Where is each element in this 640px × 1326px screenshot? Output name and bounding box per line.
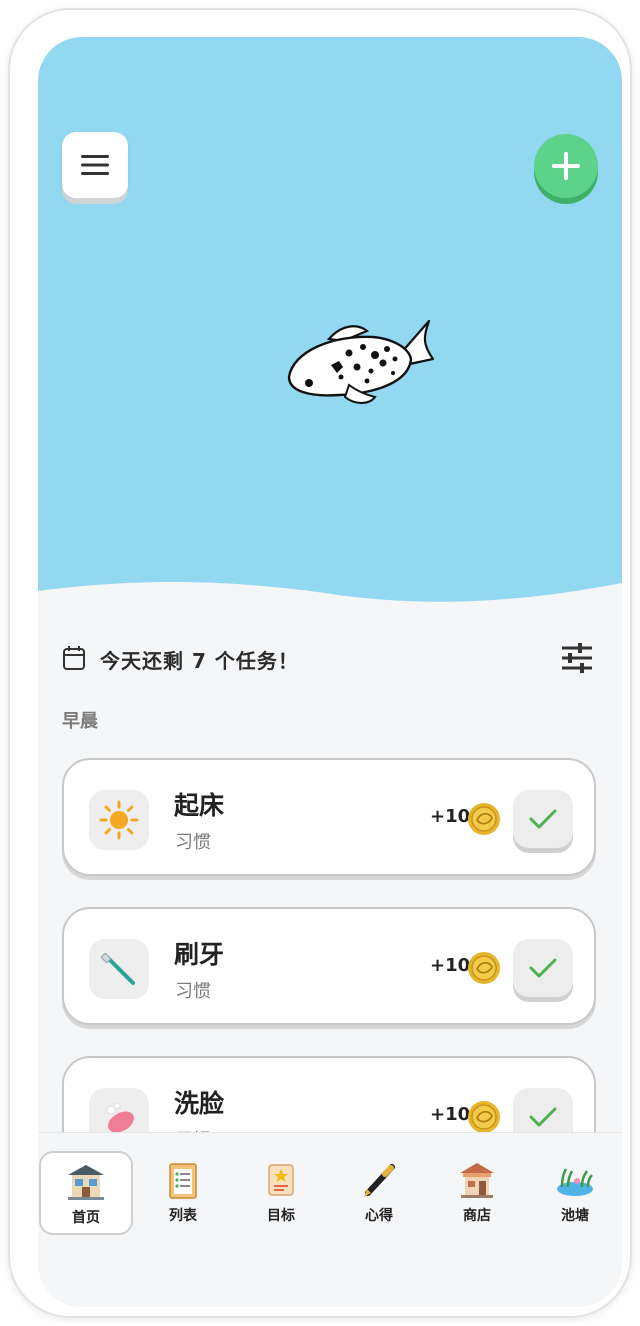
complete-task-button[interactable] xyxy=(513,939,573,997)
tab-label: 目标 xyxy=(267,1208,295,1224)
task-icon-box xyxy=(89,790,149,850)
task-category: 习惯 xyxy=(175,832,211,853)
coin-icon xyxy=(468,952,500,984)
task-card[interactable]: 刷牙 习惯 +10 xyxy=(62,907,596,1025)
section-label-morning: 早晨 xyxy=(62,711,98,732)
sliders-icon[interactable] xyxy=(560,641,594,675)
checkmark-icon xyxy=(529,1107,557,1127)
sun-icon xyxy=(99,800,139,840)
tasks-remaining-text: 今天还剩 7 个任务！ xyxy=(100,649,299,673)
toothbrush-icon xyxy=(100,952,135,985)
tab-list[interactable]: 列表 xyxy=(136,1151,230,1235)
app-screen: 今天还剩 7 个任务！ 早晨 起床 习惯 +10 刷牙 习惯 +10 洗脸 +1… xyxy=(38,37,622,1307)
task-card[interactable]: 起床 习惯 +10 xyxy=(62,758,596,876)
task-title: 起床 xyxy=(174,791,225,820)
pen-icon xyxy=(364,1164,395,1197)
menu-button[interactable] xyxy=(62,132,128,198)
checkmark-icon xyxy=(529,809,557,829)
complete-task-button[interactable] xyxy=(513,790,573,848)
shop-icon xyxy=(460,1163,494,1198)
phone-frame: 今天还剩 7 个任务！ 早晨 起床 习惯 +10 刷牙 习惯 +10 洗脸 +1… xyxy=(10,10,630,1316)
add-task-button[interactable] xyxy=(534,134,598,198)
task-title: 洗脸 xyxy=(174,1089,225,1118)
house-icon xyxy=(68,1165,104,1200)
tab-label: 列表 xyxy=(169,1208,197,1224)
tab-label: 首页 xyxy=(72,1210,100,1226)
scroll-star-icon xyxy=(268,1164,294,1196)
checkmark-icon xyxy=(529,958,557,978)
plus-icon xyxy=(552,152,580,180)
pond-icon xyxy=(557,1168,593,1196)
tab-notes[interactable]: 心得 xyxy=(332,1151,426,1235)
task-reward: +10 xyxy=(430,1104,471,1125)
coin-icon xyxy=(468,803,500,835)
tab-label: 商店 xyxy=(463,1208,491,1224)
tab-goals[interactable]: 目标 xyxy=(234,1151,328,1235)
bottom-tab-bar: 首页 列表 目标 心得 商店 池塘 xyxy=(38,1132,622,1307)
task-reward: +10 xyxy=(430,806,471,827)
task-category: 习惯 xyxy=(175,981,211,1002)
calendar-icon xyxy=(63,646,85,670)
task-reward: +10 xyxy=(430,955,471,976)
coin-icon xyxy=(468,1101,500,1133)
task-title: 刷牙 xyxy=(174,940,225,969)
task-icon-box xyxy=(89,939,149,999)
hamburger-menu-icon xyxy=(81,155,109,175)
tab-label: 心得 xyxy=(365,1208,393,1224)
clipboard-list-icon xyxy=(169,1163,197,1199)
tab-label: 池塘 xyxy=(561,1208,589,1224)
tab-pond[interactable]: 池塘 xyxy=(528,1151,622,1235)
koi-fish[interactable] xyxy=(283,315,443,411)
tab-home[interactable]: 首页 xyxy=(39,1151,133,1235)
task-summary-row: 今天还剩 7 个任务！ xyxy=(62,639,598,679)
tab-shop[interactable]: 商店 xyxy=(430,1151,524,1235)
